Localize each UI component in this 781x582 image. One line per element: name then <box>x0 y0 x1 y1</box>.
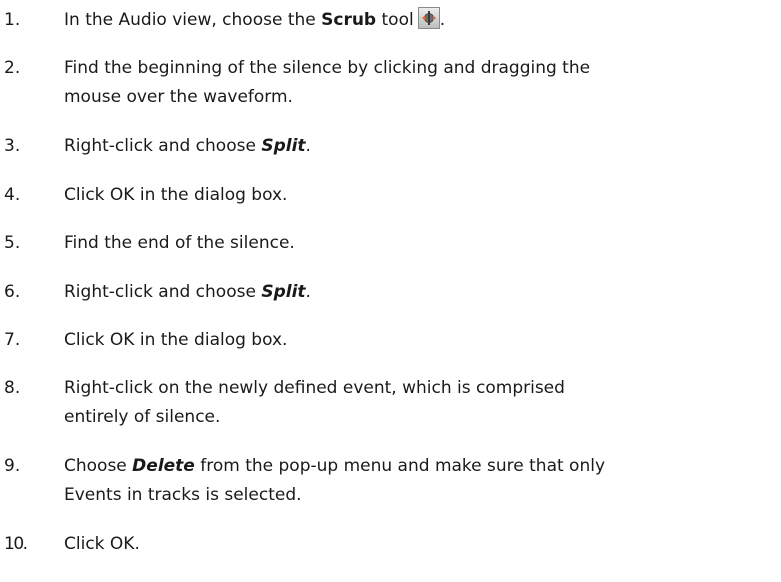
step-number: 8. <box>4 378 21 398</box>
step-text: Find the end of the silence. <box>64 233 295 253</box>
step-4: 4. Click OK in the dialog box. <box>0 181 781 210</box>
step-3: 3. Right-click and choose Split. <box>0 132 781 161</box>
step-5: 5. Find the end of the silence. <box>0 229 781 258</box>
step-text: In the Audio view, choose the Scrub tool… <box>64 6 776 35</box>
step-number: 2. <box>4 58 21 78</box>
command-name: Split <box>261 136 306 156</box>
tool-name: Scrub <box>321 10 377 30</box>
step-6: 6. Right-click and choose Split. <box>0 278 781 307</box>
step-text: Right-click and choose Split. <box>64 282 311 302</box>
step-9: 9. Choose Delete from the pop-up menu an… <box>0 452 781 510</box>
step-text: Click OK in the dialog box. <box>64 185 288 205</box>
step-8: 8. Right-click on the newly defined even… <box>0 374 781 432</box>
step-number: 1. <box>4 10 21 30</box>
command-name: Delete <box>132 456 195 476</box>
step-2: 2. Find the beginning of the silence by … <box>0 54 781 112</box>
step-number: 3. <box>4 136 21 156</box>
command-name: Split <box>261 282 306 302</box>
step-number: 6. <box>4 282 21 302</box>
step-text: Right-click on the newly defined event, … <box>64 378 565 427</box>
step-number: 7. <box>4 330 21 350</box>
step-7: 7. Click OK in the dialog box. <box>0 326 781 355</box>
step-10: 10. Click OK. <box>0 530 781 559</box>
step-text: Choose Delete from the pop-up menu and m… <box>64 456 606 505</box>
step-text: Click OK. <box>64 534 140 554</box>
scrub-tool-icon <box>417 7 440 29</box>
step-number: 9. <box>4 456 21 476</box>
step-number: 5. <box>4 233 21 253</box>
instruction-page: 1. In the Audio view, choose the Scrub t… <box>0 0 781 582</box>
step-1: 1. In the Audio view, choose the Scrub t… <box>0 6 781 35</box>
step-text: Right-click and choose Split. <box>64 136 311 156</box>
step-number: 10. <box>4 534 28 554</box>
step-text: Find the beginning of the silence by cli… <box>64 58 591 107</box>
step-number: 4. <box>4 185 21 205</box>
step-text: Click OK in the dialog box. <box>64 330 288 350</box>
